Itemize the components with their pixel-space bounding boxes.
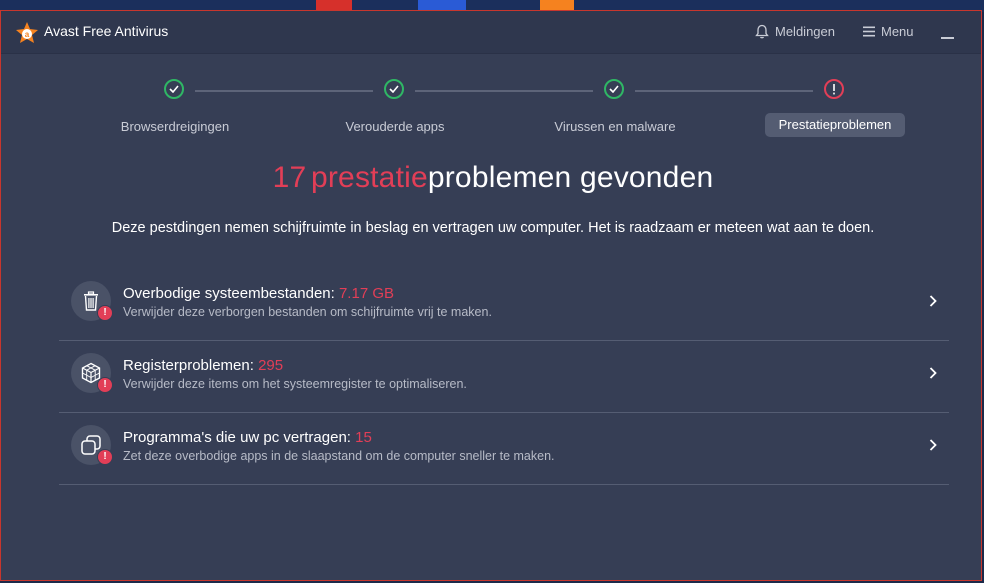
step-check-browser: [164, 79, 184, 99]
chevron-right-icon[interactable]: [929, 439, 937, 451]
step-connector: [635, 90, 813, 92]
warning-badge-icon: !: [97, 449, 113, 465]
step-connector: [195, 90, 373, 92]
issue-title-text: Overbodige systeembestanden:: [123, 285, 335, 302]
issue-title-text: Programma's die uw pc vertragen:: [123, 429, 351, 446]
step-connector: [415, 90, 593, 92]
issue-title-text: Registerproblemen:: [123, 357, 254, 374]
issue-row-registry[interactable]: ! Registerproblemen: 295 Verwijder deze …: [59, 341, 949, 413]
issue-title: Overbodige systeembestanden: 7.17 GB: [123, 285, 394, 302]
app-window: a Avast Free Antivirus Meldingen Menu Br…: [0, 10, 982, 581]
checkmark-icon: [389, 85, 399, 93]
issue-count: 17: [272, 161, 307, 194]
page-description: Deze pestdingen nemen schijfruimte in be…: [111, 220, 875, 236]
issue-description: Verwijder deze verborgen bestanden om sc…: [123, 305, 492, 319]
minimize-button[interactable]: [941, 37, 954, 39]
progress-stepper: Browserdreigingen Verouderde apps Viruss…: [1, 77, 981, 137]
warning-badge-icon: !: [97, 305, 113, 321]
checkmark-icon: [169, 85, 179, 93]
issue-title: Programma's die uw pc vertragen: 15: [123, 429, 372, 446]
avast-logo-icon: a: [16, 22, 38, 43]
issue-description: Verwijder deze items om het systeemregis…: [123, 377, 467, 391]
step-label-apps: Verouderde apps: [345, 119, 445, 134]
issue-row-system-files[interactable]: ! Overbodige systeembestanden: 7.17 GB V…: [59, 269, 949, 341]
issue-list: ! Overbodige systeembestanden: 7.17 GB V…: [59, 269, 949, 485]
issue-value: 295: [258, 357, 284, 374]
issue-value: 7.17 GB: [338, 285, 395, 302]
step-warning-performance: [824, 79, 844, 99]
headline-rest: problemen gevonden: [427, 161, 714, 194]
bell-icon: [755, 24, 769, 39]
headline-accent-word: prestatie: [310, 161, 428, 194]
app-title: Avast Free Antivirus: [44, 23, 169, 39]
warning-badge-icon: !: [97, 377, 113, 393]
step-check-apps: [384, 79, 404, 99]
notifications-label: Meldingen: [775, 24, 835, 39]
menu-label: Menu: [881, 24, 914, 39]
step-label-virus: Virussen en malware: [554, 119, 676, 134]
page-title: 17 prestatieproblemen gevonden: [1, 161, 984, 195]
issue-row-slow-programs[interactable]: ! Programma's die uw pc vertragen: 15 Ze…: [59, 413, 949, 485]
issue-title: Registerproblemen: 295: [123, 357, 283, 374]
chevron-right-icon[interactable]: [929, 295, 937, 307]
step-check-virus: [604, 79, 624, 99]
hamburger-icon: [863, 26, 875, 37]
step-label-performance[interactable]: Prestatieproblemen: [765, 113, 905, 137]
menu-button[interactable]: Menu: [863, 24, 914, 39]
chevron-right-icon[interactable]: [929, 367, 937, 379]
issue-description: Zet deze overbodige apps in de slaapstan…: [123, 449, 555, 463]
exclamation-icon: [833, 83, 835, 94]
notifications-button[interactable]: Meldingen: [755, 24, 835, 39]
title-bar: a Avast Free Antivirus Meldingen Menu: [1, 11, 981, 54]
checkmark-icon: [609, 85, 619, 93]
step-label-browser: Browserdreigingen: [120, 119, 230, 134]
issue-value: 15: [355, 429, 372, 446]
svg-text:a: a: [25, 30, 30, 39]
